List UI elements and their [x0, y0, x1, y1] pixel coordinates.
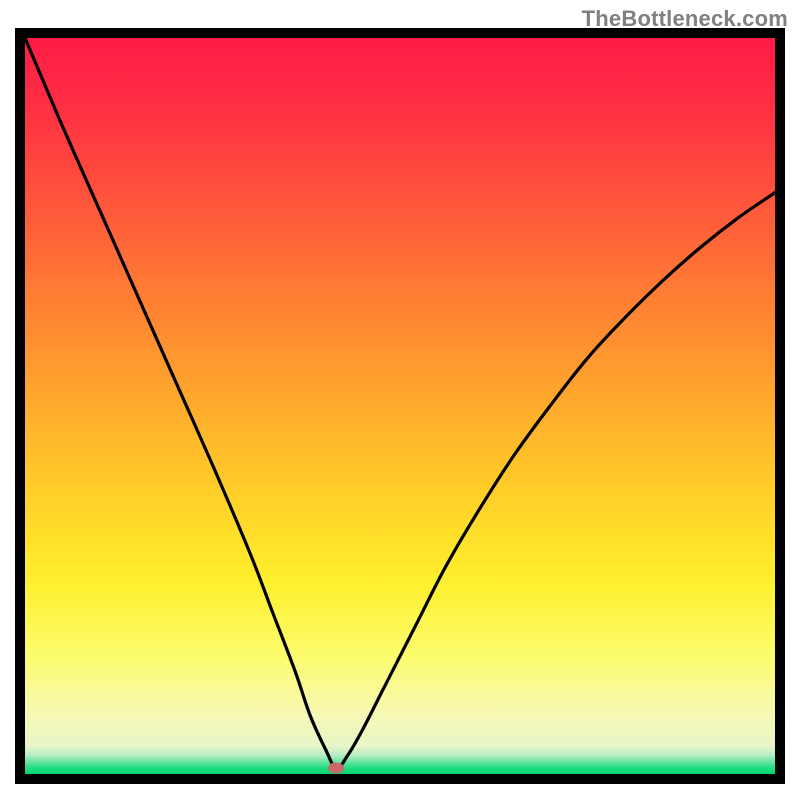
chart-container: TheBottleneck.com: [0, 0, 800, 800]
plot-area: [25, 38, 775, 774]
watermark-text: TheBottleneck.com: [582, 6, 788, 32]
optimal-marker: [328, 763, 344, 774]
bottleneck-curve: [25, 38, 775, 774]
chart-frame: [15, 28, 785, 784]
